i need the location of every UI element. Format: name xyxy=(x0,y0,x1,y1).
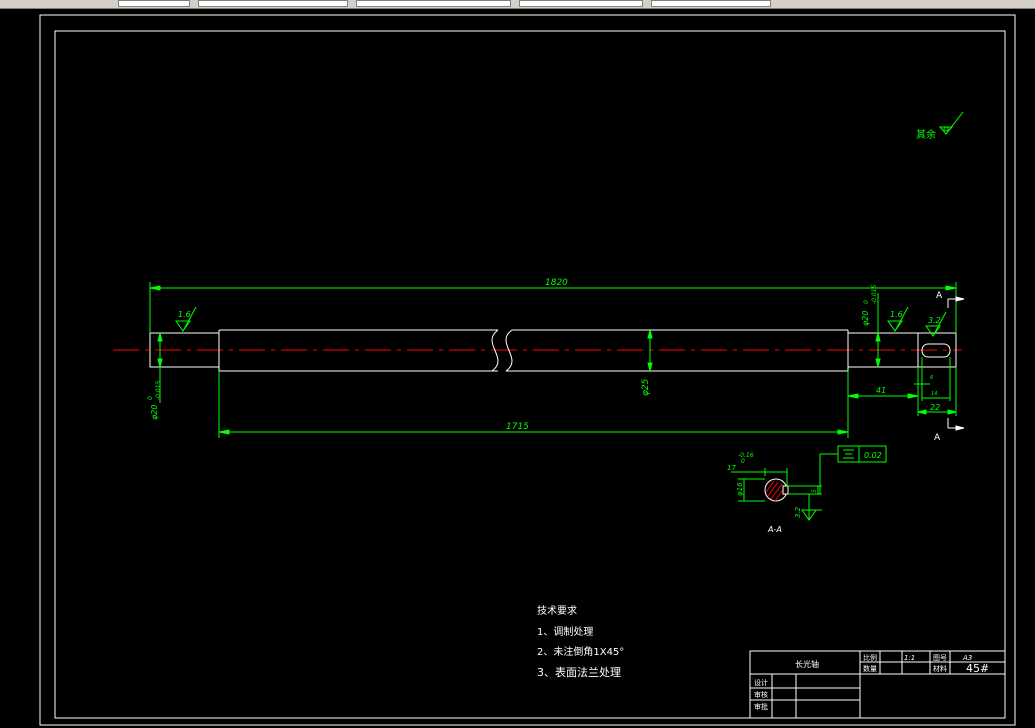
right-step-label: 41 xyxy=(876,386,886,395)
section-diameter-label: φ16 xyxy=(736,482,744,496)
tech-item-2: 2、未注倒角1X45° xyxy=(537,645,624,658)
tb-checker-label: 审核 xyxy=(754,690,768,699)
tb-quantity-label: 数量 xyxy=(863,664,877,673)
flatness-value: 0.02 xyxy=(864,451,882,460)
tb-scale-label: 比例 xyxy=(863,653,877,662)
dimension-overall xyxy=(149,282,957,333)
roughness-right-value: 1.6 xyxy=(890,310,903,319)
color-dropdown[interactable] xyxy=(651,0,771,7)
tb-scale-value: 1:1 xyxy=(904,654,915,662)
tech-item-1: 1、调制处理 xyxy=(537,625,593,638)
dimension-shaft-length xyxy=(218,371,849,438)
keyway-length-label: 22 xyxy=(930,403,940,412)
left-tol-upper: 0 xyxy=(147,396,154,400)
key-depth-tol-lower: -0.16 xyxy=(738,452,754,459)
linetype-dropdown[interactable] xyxy=(198,0,348,7)
keyway-small-2: 14 xyxy=(931,391,937,397)
drawing-canvas[interactable]: 其余 1820 1715 φ25 φ20 0 -0.015 φ20 0 -0.0… xyxy=(0,8,1035,728)
overall-length-label: 1820 xyxy=(545,278,568,288)
section-roughness-value: 3.2 xyxy=(794,506,802,518)
section-view: 0.02 17 0 -0.16 φ16 5 3.2 A-A xyxy=(727,445,887,534)
plotstyle-dropdown[interactable] xyxy=(519,0,643,7)
roughness-left-value: 1.6 xyxy=(178,310,191,319)
section-title: A-A xyxy=(767,525,782,534)
keyway-small-1: 6 xyxy=(930,375,933,381)
tb-material-value: 45# xyxy=(966,662,989,675)
tech-heading: 技术要求 xyxy=(537,604,577,617)
tech-requirements: 技术要求 1、调制处理 2、未注倒角1X45° 3、表面法兰处理 xyxy=(537,604,624,679)
general-roughness-note: 其余 xyxy=(916,111,964,141)
lineweight-dropdown[interactable] xyxy=(356,0,511,7)
tb-material-label: 材料 xyxy=(933,664,947,673)
layer-dropdown[interactable] xyxy=(118,0,190,7)
surface-note-text: 其余 xyxy=(916,128,936,141)
key-depth-tol-upper: 0 xyxy=(741,458,745,465)
flatness-symbol-icon xyxy=(843,449,854,459)
key-depth-label: 17 xyxy=(727,464,736,472)
tb-part-name: 长光轴 xyxy=(795,659,819,669)
right-tol-upper: 0 xyxy=(863,300,870,304)
left-diameter-label: φ20 xyxy=(150,405,159,420)
main-diameter-label: φ25 xyxy=(641,378,651,396)
right-tol-lower: -0.015 xyxy=(871,284,878,304)
cad-application: 其余 1820 1715 φ25 φ20 0 -0.015 φ20 0 -0.0… xyxy=(0,0,1035,728)
paper-border xyxy=(39,14,1016,726)
tb-approver-label: 审批 xyxy=(754,702,768,711)
roughness-end-value: 3.2 xyxy=(928,316,941,325)
section-keyway xyxy=(782,485,789,495)
right-diameter-label: φ20 xyxy=(861,311,870,326)
tb-designer-label: 设计 xyxy=(754,678,768,687)
shaft-length-label: 1715 xyxy=(506,422,529,432)
tb-drawing-no-value: A3 xyxy=(962,654,972,662)
drawing-frame xyxy=(54,30,1006,719)
key-width-label: 5 xyxy=(811,489,818,493)
roughness-circle-icon xyxy=(943,126,949,132)
roughness-leader xyxy=(945,111,964,135)
tb-drawing-no-label: 图号 xyxy=(933,654,947,662)
section-cut-label-bottom: A xyxy=(934,433,941,443)
tech-item-3: 3、表面法兰处理 xyxy=(537,665,621,679)
left-tol-lower: -0.015 xyxy=(155,380,162,400)
section-cut-label-top: A xyxy=(936,291,943,301)
